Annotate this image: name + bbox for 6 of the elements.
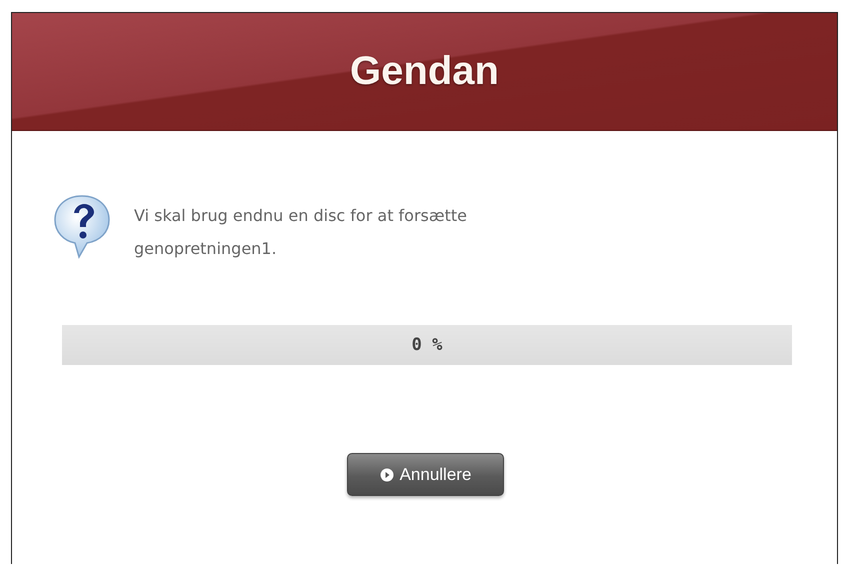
message-text: Vi skal brug endnu en disc for at forsætte genopretningen1. xyxy=(134,205,468,260)
cancel-button[interactable]: Annullere xyxy=(347,453,504,496)
window-title: Gendan xyxy=(350,49,499,94)
play-circle-icon xyxy=(380,468,394,482)
progress-reading: 0 % xyxy=(412,335,442,355)
question-bubble-icon xyxy=(52,193,112,259)
